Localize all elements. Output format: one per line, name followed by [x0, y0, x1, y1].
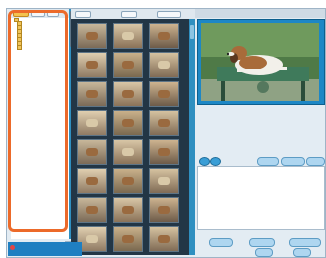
thumbnail-photo: [122, 206, 134, 214]
bottom-action-button-4[interactable]: [255, 248, 273, 257]
preview-actions-bar: [197, 155, 325, 166]
thumbnail-item[interactable]: [149, 110, 179, 136]
folder-tree: [14, 17, 23, 50]
preview-panel: [195, 9, 325, 257]
preview-action-button-1[interactable]: [257, 157, 279, 166]
thumbnail-photo: [122, 61, 134, 69]
thumbnail-item[interactable]: [113, 110, 143, 136]
thumbnail-photo: [158, 235, 170, 243]
bottom-action-button-2[interactable]: [249, 238, 275, 247]
thumbnail-item[interactable]: [149, 168, 179, 194]
tab-albums[interactable]: [31, 10, 45, 17]
thumbnail-item[interactable]: [149, 81, 179, 107]
thumbnail-photo: [158, 119, 170, 127]
bottom-action-button-1[interactable]: [209, 238, 233, 247]
thumbnail-toolbar: [71, 9, 195, 19]
thumbnail-photo: [86, 32, 98, 40]
thumbnail-item[interactable]: [113, 226, 143, 252]
thumbnail-item[interactable]: [77, 197, 107, 223]
thumbnail-photo: [86, 206, 98, 214]
thumbnail-item[interactable]: [149, 23, 179, 49]
thumbnail-item[interactable]: [77, 110, 107, 136]
folder-icon: [17, 45, 22, 50]
preview-frame: [197, 19, 325, 105]
thumbnail-item[interactable]: [149, 52, 179, 78]
thumbnail-photo: [158, 61, 170, 69]
thumbnail-photo: [122, 90, 134, 98]
thumbnail-item[interactable]: [77, 168, 107, 194]
thumbnail-item[interactable]: [149, 139, 179, 165]
thumbnail-photo: [86, 235, 98, 243]
thumbnail-photo: [158, 206, 170, 214]
thumbnail-photo: [158, 177, 170, 185]
thumbnail-photo: [86, 148, 98, 156]
thumbnail-photo: [86, 119, 98, 127]
thumbnail-item[interactable]: [77, 139, 107, 165]
next-image-button[interactable]: [210, 157, 221, 166]
folder-panel-tabs: [11, 9, 75, 18]
preview-toolbar: [195, 9, 325, 18]
previous-image-button[interactable]: [199, 157, 210, 166]
thumbnail-grid: [73, 21, 189, 252]
thumbnail-photo: [122, 32, 134, 40]
bottom-action-button-3[interactable]: [289, 238, 321, 247]
photo-viewer-window: [6, 8, 326, 258]
thumbnail-item[interactable]: [77, 81, 107, 107]
tab-search[interactable]: [47, 10, 59, 17]
thumbnail-panel: [71, 9, 195, 255]
thumbnail-photo: [122, 235, 134, 243]
thumbnail-item[interactable]: [113, 23, 143, 49]
sort-button[interactable]: [121, 11, 137, 18]
thumbnail-photo: [86, 90, 98, 98]
thumbnail-photo: [158, 32, 170, 40]
thumbnail-photo: [158, 148, 170, 156]
preview-action-button-3[interactable]: [306, 157, 325, 166]
thumbnail-item[interactable]: [113, 81, 143, 107]
thumbnail-scroll-thumb[interactable]: [190, 25, 194, 39]
folder-tree-item[interactable]: [17, 45, 23, 50]
thumbnail-photo: [86, 61, 98, 69]
thumbnail-photo: [122, 119, 134, 127]
tab-folders[interactable]: [13, 10, 29, 17]
thumbnail-size-button[interactable]: [157, 11, 181, 18]
thumbnail-item[interactable]: [113, 197, 143, 223]
folder-panel: [11, 9, 76, 239]
dog-preview-image: [201, 23, 319, 101]
thumbnail-item[interactable]: [149, 226, 179, 252]
thumbnail-item[interactable]: [149, 197, 179, 223]
thumbnail-item[interactable]: [77, 23, 107, 49]
thumbnail-photo: [158, 90, 170, 98]
thumbnail-item[interactable]: [77, 52, 107, 78]
thumbnail-photo: [122, 177, 134, 185]
bottom-action-button-5[interactable]: [293, 248, 311, 257]
thumbnail-item[interactable]: [113, 139, 143, 165]
thumbnail-photo: [86, 177, 98, 185]
preview-action-button-2[interactable]: [281, 157, 305, 166]
view-mode-button[interactable]: [75, 11, 91, 18]
thumbnail-item[interactable]: [113, 168, 143, 194]
app-branding-bar: [8, 242, 82, 256]
thumbnail-item[interactable]: [113, 52, 143, 78]
image-details: [197, 166, 325, 230]
app-logo-icon: [10, 245, 15, 250]
thumbnail-photo: [122, 148, 134, 156]
